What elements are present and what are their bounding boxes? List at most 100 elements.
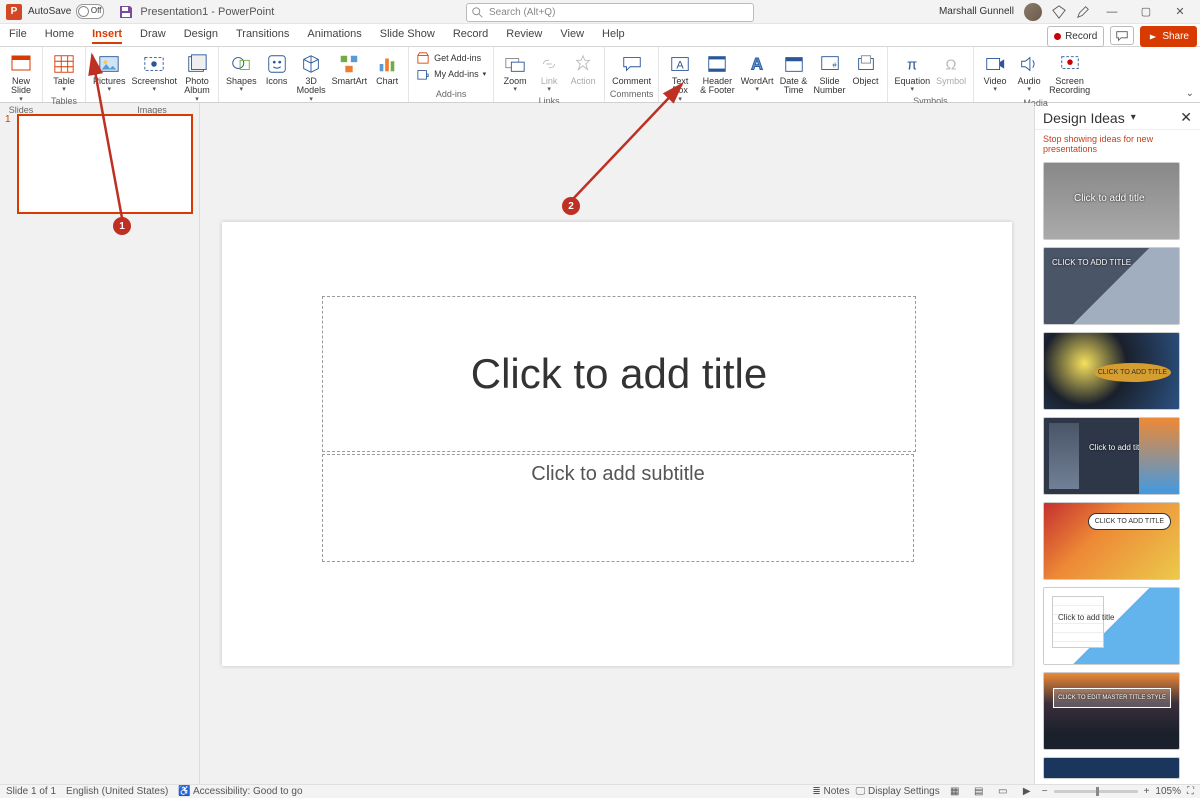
- design-idea-5[interactable]: CLICK TO ADD TITLE: [1043, 502, 1180, 580]
- design-idea-3[interactable]: CLICK TO ADD TITLE: [1043, 332, 1180, 410]
- search-box[interactable]: Search (Alt+Q): [466, 3, 754, 22]
- record-dot-icon: [1054, 33, 1061, 40]
- sorter-view-button[interactable]: ▤: [970, 785, 988, 798]
- tab-insert[interactable]: Insert: [83, 24, 131, 46]
- slideshow-view-button[interactable]: ▶: [1018, 785, 1036, 798]
- slide-canvas[interactable]: Click to add title Click to add subtitle: [222, 222, 1012, 666]
- autosave-switch[interactable]: Off: [76, 4, 104, 19]
- ribbon: New Slide▾ Slides Table▾ Tables Pictures…: [0, 47, 1200, 103]
- photo-album-button[interactable]: Photo Album▾: [180, 49, 214, 105]
- zoom-slider[interactable]: [1054, 790, 1138, 793]
- icons-icon: [264, 51, 290, 77]
- zoom-in-button[interactable]: +: [1144, 786, 1150, 797]
- thumbnail-pane[interactable]: 1: [0, 103, 200, 784]
- get-addins-button[interactable]: Get Add-ins: [416, 50, 486, 65]
- date-time-button[interactable]: Date & Time: [777, 49, 811, 98]
- tab-slideshow[interactable]: Slide Show: [371, 24, 444, 46]
- screen-recording-button[interactable]: Screen Recording: [1046, 49, 1093, 98]
- slide-number-button[interactable]: #Slide Number: [811, 49, 849, 98]
- slide-1-thumbnail[interactable]: [17, 114, 193, 214]
- design-idea-7[interactable]: CLICK TO EDIT MASTER TITLE STYLE: [1043, 672, 1180, 750]
- minimize-button[interactable]: ―: [1100, 2, 1124, 22]
- link-icon: [536, 51, 562, 77]
- group-slides: New Slide▾ Slides: [0, 47, 43, 102]
- shapes-icon: [228, 51, 254, 77]
- stop-showing-ideas-link[interactable]: Stop showing ideas for new presentations: [1035, 130, 1200, 158]
- header-footer-button[interactable]: Header & Footer: [697, 49, 738, 98]
- design-idea-4[interactable]: Click to add title: [1043, 417, 1180, 495]
- wordart-button[interactable]: AWordArt▾: [738, 49, 777, 96]
- normal-view-button[interactable]: ▦: [946, 785, 964, 798]
- tab-design[interactable]: Design: [175, 24, 227, 46]
- zoom-button[interactable]: Zoom▾: [498, 49, 532, 96]
- design-idea-2[interactable]: CLICK TO ADD TITLE: [1043, 247, 1180, 325]
- display-settings-button[interactable]: 🖵 Display Settings: [856, 786, 940, 797]
- photo-album-icon: [184, 51, 210, 77]
- slide-editor-area[interactable]: Click to add title Click to add subtitle: [200, 103, 1034, 784]
- reading-view-button[interactable]: ▭: [994, 785, 1012, 798]
- comment-button[interactable]: Comment: [609, 49, 654, 88]
- status-bar: Slide 1 of 1 English (United States) ♿ A…: [0, 784, 1200, 798]
- fit-to-window-button[interactable]: ⛶: [1187, 786, 1194, 797]
- textbox-button[interactable]: AText Box▾: [663, 49, 697, 105]
- close-button[interactable]: ✕: [1168, 2, 1192, 22]
- panel-chevron-icon[interactable]: ▾: [1131, 112, 1136, 123]
- 3d-models-button[interactable]: 3D Models▾: [294, 49, 329, 105]
- audio-button[interactable]: Audio▾: [1012, 49, 1046, 96]
- icons-button[interactable]: Icons: [260, 49, 294, 88]
- design-idea-1[interactable]: Click to add title: [1043, 162, 1180, 240]
- smartart-button[interactable]: SmartArt: [329, 49, 371, 88]
- pictures-button[interactable]: Pictures▾: [90, 49, 129, 96]
- tab-animations[interactable]: Animations: [298, 24, 370, 46]
- zoom-out-button[interactable]: −: [1042, 786, 1048, 797]
- user-name[interactable]: Marshall Gunnell: [939, 6, 1014, 17]
- design-idea-8[interactable]: [1043, 757, 1180, 779]
- title-placeholder[interactable]: Click to add title: [322, 296, 916, 452]
- equation-button[interactable]: πEquation▾: [892, 49, 934, 96]
- tab-draw[interactable]: Draw: [131, 24, 175, 46]
- save-icon[interactable]: [118, 4, 134, 20]
- tab-transitions[interactable]: Transitions: [227, 24, 298, 46]
- user-avatar[interactable]: [1024, 3, 1042, 21]
- group-images: Pictures▾ Screenshot▾ Photo Album▾ Image…: [86, 47, 219, 102]
- slide-number-icon: #: [817, 51, 843, 77]
- notes-button[interactable]: ≣ Notes: [812, 786, 849, 797]
- comment-icon: [619, 51, 645, 77]
- design-ideas-list[interactable]: Click to add title CLICK TO ADD TITLE CL…: [1035, 158, 1200, 784]
- link-button: Link▾: [532, 49, 566, 96]
- screenshot-icon: [141, 51, 167, 77]
- zoom-percent[interactable]: 105%: [1155, 786, 1181, 797]
- screenshot-button[interactable]: Screenshot▾: [129, 49, 181, 96]
- tab-record[interactable]: Record: [444, 24, 497, 46]
- chart-button[interactable]: Chart: [370, 49, 404, 88]
- my-addins-button[interactable]: My Add-ins▾: [416, 66, 486, 81]
- record-button[interactable]: Record: [1047, 26, 1104, 47]
- video-button[interactable]: Video▾: [978, 49, 1012, 96]
- group-text: AText Box▾ Header & Footer AWordArt▾ Dat…: [659, 47, 887, 102]
- panel-close-button[interactable]: ✕: [1180, 109, 1192, 126]
- design-idea-6[interactable]: Click to add title: [1043, 587, 1180, 665]
- comments-toggle[interactable]: [1110, 26, 1134, 45]
- collapse-ribbon-icon[interactable]: ⌄: [1186, 88, 1194, 99]
- tab-review[interactable]: Review: [497, 24, 551, 46]
- share-button[interactable]: Share: [1140, 26, 1197, 47]
- diamond-icon[interactable]: [1052, 5, 1066, 19]
- object-button[interactable]: Object: [849, 49, 883, 88]
- status-slide[interactable]: Slide 1 of 1: [6, 786, 56, 797]
- maximize-button[interactable]: ▢: [1134, 2, 1158, 22]
- new-slide-button[interactable]: New Slide▾: [4, 49, 38, 105]
- subtitle-placeholder[interactable]: Click to add subtitle: [322, 454, 914, 562]
- chart-icon: [374, 51, 400, 77]
- title-bar: P AutoSave Off Presentation1 - PowerPoin…: [0, 0, 1200, 24]
- shapes-button[interactable]: Shapes▾: [223, 49, 260, 96]
- status-accessibility[interactable]: ♿ Accessibility: Good to go: [178, 786, 302, 797]
- table-button[interactable]: Table▾: [47, 49, 81, 96]
- symbol-icon: Ω: [938, 51, 964, 77]
- autosave-toggle[interactable]: AutoSave Off: [28, 4, 104, 19]
- tab-view[interactable]: View: [551, 24, 593, 46]
- tab-help[interactable]: Help: [593, 24, 634, 46]
- pen-icon[interactable]: [1076, 5, 1090, 19]
- tab-home[interactable]: Home: [36, 24, 83, 46]
- status-language[interactable]: English (United States): [66, 786, 168, 797]
- tab-file[interactable]: File: [0, 24, 36, 46]
